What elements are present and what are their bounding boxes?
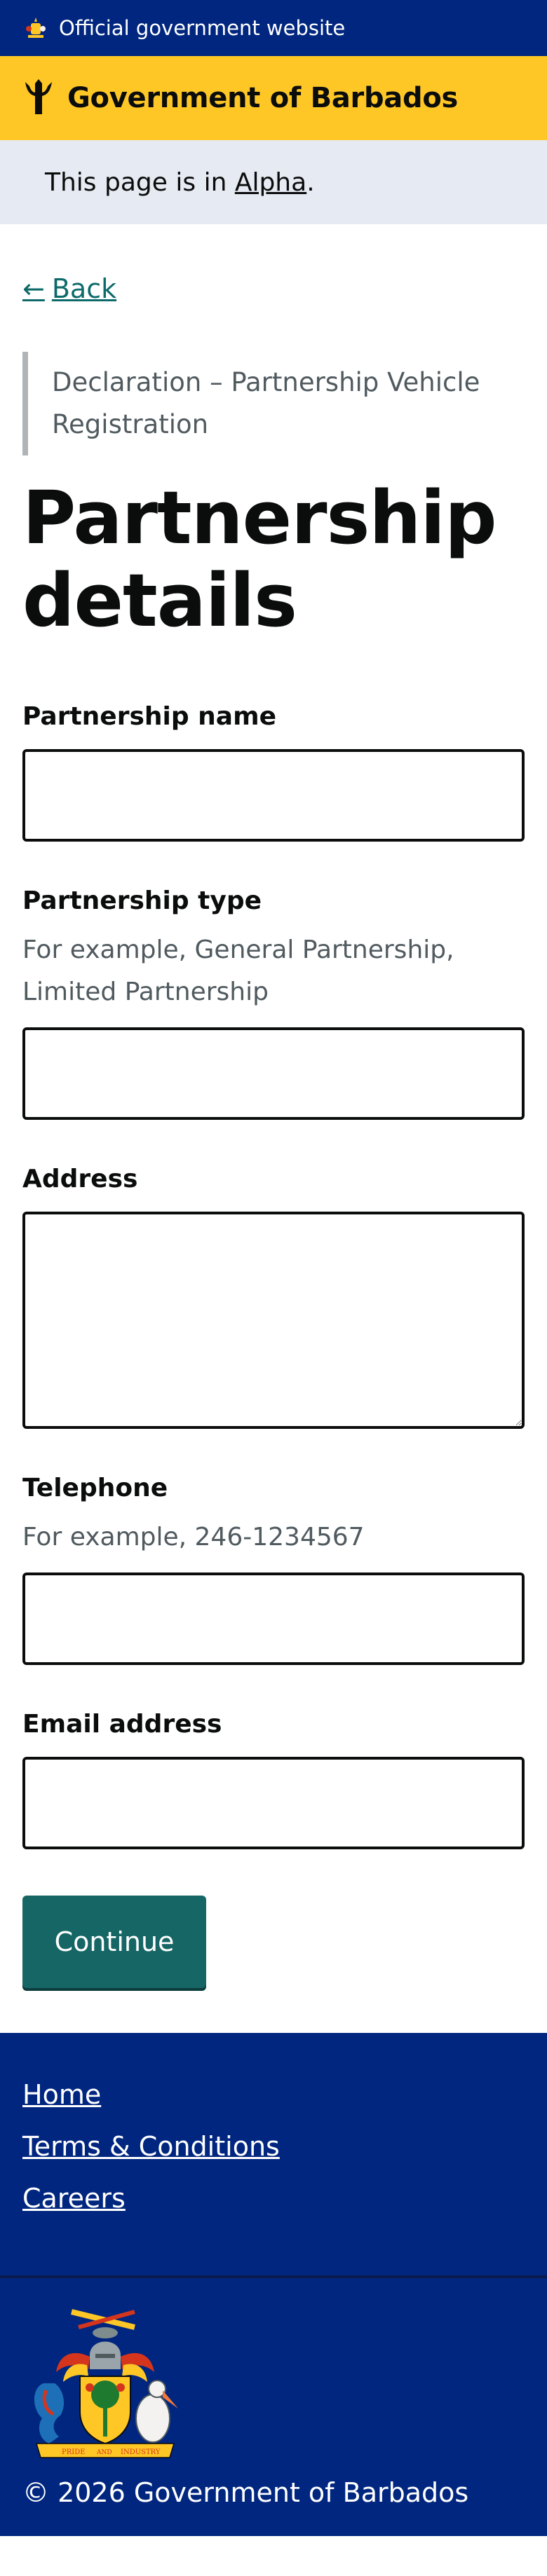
telephone-hint: For example, 246-1234567 [22, 1523, 365, 1551]
site-footer: Home Terms & Conditions Careers PRIDE AN… [0, 2033, 547, 2536]
telephone-label: Telephone [22, 1474, 168, 1502]
phase-text: This page is in [45, 167, 235, 197]
arms-motto-left: PRIDE [62, 2448, 86, 2456]
footer-bottom: PRIDE AND INDUSTRY © 2026 Government of … [0, 2278, 547, 2536]
partnership-type-input[interactable] [22, 1027, 525, 1120]
partnership-name-input[interactable] [22, 749, 525, 842]
field-partnership-name: Partnership name [22, 702, 525, 842]
field-address: Address [22, 1165, 525, 1429]
partnership-type-hint: For example, General Partnership, Limite… [22, 936, 454, 1006]
footer-link-home[interactable]: Home [22, 2079, 525, 2110]
left-arrow-icon: ← [22, 273, 45, 304]
site-header: Government of Barbados [0, 56, 547, 140]
footer-link-terms[interactable]: Terms & Conditions [22, 2131, 525, 2162]
field-telephone: Telephone For example, 246-1234567 [22, 1474, 525, 1665]
email-input[interactable] [22, 1757, 525, 1849]
phase-banner: This page is in Alpha . [0, 140, 547, 224]
phase-alpha-link[interactable]: Alpha [235, 168, 306, 197]
partnership-name-label: Partnership name [22, 702, 277, 731]
field-email: Email address [22, 1710, 525, 1849]
official-banner: Official government website [0, 0, 547, 56]
trident-icon [25, 79, 52, 114]
footer-link-careers[interactable]: Careers [22, 2183, 525, 2214]
back-link[interactable]: ← Back [22, 273, 116, 304]
main-content: ← Back Declaration – Partnership Vehicle… [0, 224, 547, 2033]
field-partnership-type: Partnership type For example, General Pa… [22, 886, 525, 1120]
official-banner-text: Official government website [59, 16, 346, 40]
form-caption: Declaration – Partnership Vehicle Regist… [22, 352, 499, 455]
address-label: Address [22, 1165, 138, 1193]
partnership-type-label: Partnership type [22, 886, 262, 915]
email-label: Email address [22, 1710, 222, 1739]
continue-button[interactable]: Continue [22, 1896, 206, 1988]
telephone-input[interactable] [22, 1573, 525, 1665]
arms-motto-mid: AND [96, 2449, 112, 2456]
copyright-text: © 2026 Government of Barbados [22, 2477, 469, 2508]
back-link-label: Back [51, 273, 117, 304]
arms-motto-right: INDUSTRY [121, 2448, 161, 2456]
crest-icon [22, 15, 49, 41]
footer-nav: Home Terms & Conditions Careers [0, 2033, 547, 2275]
page-title: Partnership details [22, 475, 497, 643]
partnership-form: Partnership name Partnership type For ex… [22, 702, 525, 2033]
coat-of-arms-icon: PRIDE AND INDUSTRY [34, 2309, 178, 2458]
phase-suffix: . [306, 167, 315, 197]
address-textarea[interactable] [22, 1212, 525, 1429]
site-title-link[interactable]: Government of Barbados [67, 82, 458, 114]
